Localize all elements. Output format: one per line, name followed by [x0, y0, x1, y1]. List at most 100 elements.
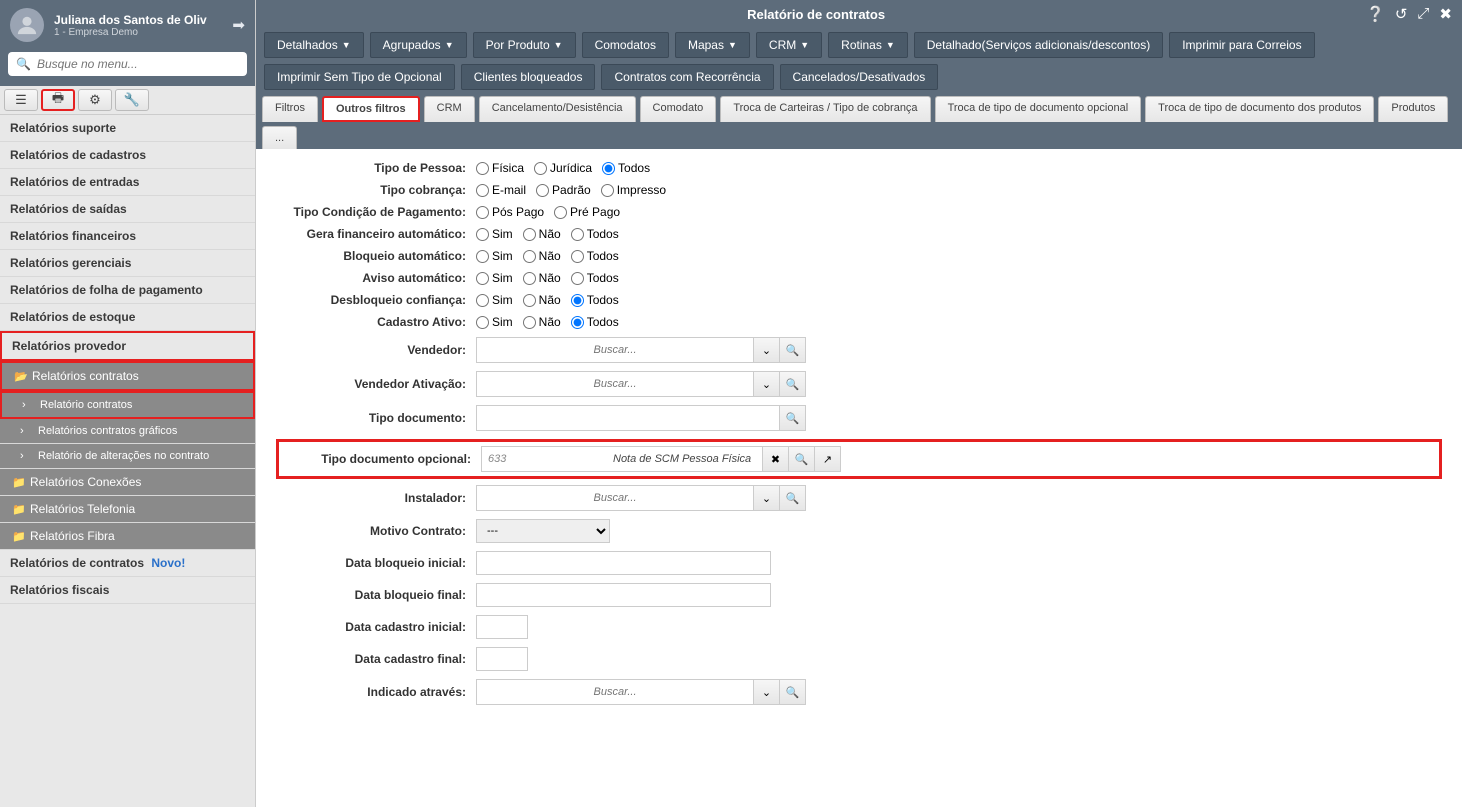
radio-input[interactable] — [571, 272, 584, 285]
radio-tipo_cobranca-1[interactable]: Padrão — [536, 183, 591, 197]
fullscreen-icon[interactable]: ⤢ — [1417, 5, 1429, 23]
radio-input[interactable] — [523, 316, 536, 329]
tab-troca-de-carteiras-tipo-de-cobran-a[interactable]: Troca de Carteiras / Tipo de cobrança — [720, 96, 930, 122]
action-imprimir-sem-tipo-de-opcional[interactable]: Imprimir Sem Tipo de Opcional — [264, 64, 455, 90]
radio-input[interactable] — [476, 206, 489, 219]
logout-icon[interactable]: ➡ — [232, 16, 245, 34]
radio-input[interactable] — [602, 162, 615, 175]
action-detalhado-servi-os-adicionais-descontos-[interactable]: Detalhado(Serviços adicionais/descontos) — [914, 32, 1163, 58]
radio-tipo_cobranca-2[interactable]: Impresso — [601, 183, 666, 197]
radio-tipo_cond-1[interactable]: Pré Pago — [554, 205, 620, 219]
radio-gera_fin-2[interactable]: Todos — [571, 227, 619, 241]
nav-contratos-novo[interactable]: Relatórios de contratos Novo! — [0, 550, 255, 577]
search-input[interactable] — [37, 57, 239, 71]
radio-aviso_auto-2[interactable]: Todos — [571, 271, 619, 285]
nav-conexoes[interactable]: 📁 Relatórios Conexões — [0, 469, 255, 496]
search-icon[interactable]: 🔍 — [780, 371, 806, 397]
action-mapas[interactable]: Mapas▼ — [675, 32, 750, 58]
tab-troca-de-tipo-de-documento-opcional[interactable]: Troca de tipo de documento opcional — [935, 96, 1142, 122]
radio-cad_ativo-1[interactable]: Não — [523, 315, 561, 329]
radio-gera_fin-0[interactable]: Sim — [476, 227, 513, 241]
data-cad-fim[interactable] — [476, 647, 528, 671]
tipo-doc-opc-field[interactable]: ✖ 🔍 ↗ — [481, 446, 841, 472]
radio-input[interactable] — [523, 272, 536, 285]
radio-desbloq-0[interactable]: Sim — [476, 293, 513, 307]
radio-input[interactable] — [601, 184, 614, 197]
history-icon[interactable]: ↺ — [1395, 5, 1408, 23]
radio-input[interactable] — [571, 228, 584, 241]
nav-telefonia[interactable]: 📁 Relatórios Telefonia — [0, 496, 255, 523]
help-icon[interactable]: ❔ — [1366, 5, 1385, 23]
vendedor-input[interactable] — [476, 337, 754, 363]
menu-search[interactable]: 🔍 — [8, 52, 247, 76]
search-icon[interactable]: 🔍 — [780, 405, 806, 431]
clear-icon[interactable]: ✖ — [763, 446, 789, 472]
action-detalhados[interactable]: Detalhados▼ — [264, 32, 364, 58]
tipo-doc-input[interactable] — [476, 405, 780, 431]
radio-desbloq-2[interactable]: Todos — [571, 293, 619, 307]
search-icon[interactable]: 🔍 — [780, 485, 806, 511]
print-icon[interactable]: 🖶 — [41, 89, 75, 111]
radio-tipo_pessoa-2[interactable]: Todos — [602, 161, 650, 175]
action-cancelados-desativados[interactable]: Cancelados/Desativados — [780, 64, 939, 90]
radio-input[interactable] — [476, 184, 489, 197]
nav-gerenciais[interactable]: Relatórios gerenciais — [0, 250, 255, 277]
search-icon[interactable]: 🔍 — [780, 337, 806, 363]
tab-troca-de-tipo-de-documento-dos-produtos[interactable]: Troca de tipo de documento dos produtos — [1145, 96, 1374, 122]
vend-ativ-input[interactable] — [476, 371, 754, 397]
nav-financeiros[interactable]: Relatórios financeiros — [0, 223, 255, 250]
radio-input[interactable] — [523, 250, 536, 263]
action-contratos-com-recorr-ncia[interactable]: Contratos com Recorrência — [601, 64, 773, 90]
radio-input[interactable] — [534, 162, 547, 175]
radio-tipo_pessoa-0[interactable]: Física — [476, 161, 524, 175]
nav-entradas[interactable]: Relatórios de entradas — [0, 169, 255, 196]
gears-icon[interactable]: ⚙ — [78, 89, 112, 111]
radio-input[interactable] — [476, 162, 489, 175]
close-icon[interactable]: ✖ — [1439, 5, 1452, 23]
radio-input[interactable] — [476, 272, 489, 285]
radio-input[interactable] — [476, 250, 489, 263]
nav-fiscais[interactable]: Relatórios fiscais — [0, 577, 255, 604]
action-crm[interactable]: CRM▼ — [756, 32, 822, 58]
tipo-doc-opc-id[interactable] — [481, 446, 607, 472]
action-rotinas[interactable]: Rotinas▼ — [828, 32, 908, 58]
search-icon[interactable]: 🔍 — [780, 679, 806, 705]
radio-input[interactable] — [536, 184, 549, 197]
chevron-down-icon[interactable]: ⌄ — [754, 485, 780, 511]
nav-folha[interactable]: Relatórios de folha de pagamento — [0, 277, 255, 304]
radio-aviso_auto-1[interactable]: Não — [523, 271, 561, 285]
radio-input[interactable] — [523, 228, 536, 241]
nav-suporte[interactable]: Relatórios suporte — [0, 115, 255, 142]
radio-input[interactable] — [476, 294, 489, 307]
nav-alteracoes-contrato[interactable]: › Relatório de alterações no contrato — [0, 444, 255, 469]
action-agrupados[interactable]: Agrupados▼ — [370, 32, 467, 58]
chevron-down-icon[interactable]: ⌄ — [754, 679, 780, 705]
tipo-doc-field[interactable]: 🔍 — [476, 405, 806, 431]
radio-input[interactable] — [476, 316, 489, 329]
indicado-input[interactable] — [476, 679, 754, 705]
radio-tipo_pessoa-1[interactable]: Jurídica — [534, 161, 592, 175]
radio-input[interactable] — [476, 228, 489, 241]
tab--[interactable]: ... — [262, 126, 297, 149]
nav-saidas[interactable]: Relatórios de saídas — [0, 196, 255, 223]
action-comodatos[interactable]: Comodatos — [582, 32, 669, 58]
tab-produtos[interactable]: Produtos — [1378, 96, 1448, 122]
radio-gera_fin-1[interactable]: Não — [523, 227, 561, 241]
tab-comodato[interactable]: Comodato — [640, 96, 717, 122]
radio-bloq_auto-0[interactable]: Sim — [476, 249, 513, 263]
wrench-icon[interactable]: 🔧 — [115, 89, 149, 111]
radio-input[interactable] — [554, 206, 567, 219]
nav-fibra[interactable]: 📁 Relatórios Fibra — [0, 523, 255, 550]
action-imprimir-para-correios[interactable]: Imprimir para Correios — [1169, 32, 1314, 58]
data-bloq-fim[interactable] — [476, 583, 771, 607]
action-clientes-bloqueados[interactable]: Clientes bloqueados — [461, 64, 596, 90]
radio-desbloq-1[interactable]: Não — [523, 293, 561, 307]
vendedor-field[interactable]: ⌄ 🔍 — [476, 337, 806, 363]
tab-cancelamento-desist-ncia[interactable]: Cancelamento/Desistência — [479, 96, 636, 122]
indicado-field[interactable]: ⌄ 🔍 — [476, 679, 806, 705]
open-icon[interactable]: ↗ — [815, 446, 841, 472]
nav-contratos-graficos[interactable]: › Relatórios contratos gráficos — [0, 419, 255, 444]
nav-cadastros[interactable]: Relatórios de cadastros — [0, 142, 255, 169]
data-cad-ini[interactable] — [476, 615, 528, 639]
nav-provedor[interactable]: Relatórios provedor — [0, 331, 255, 361]
